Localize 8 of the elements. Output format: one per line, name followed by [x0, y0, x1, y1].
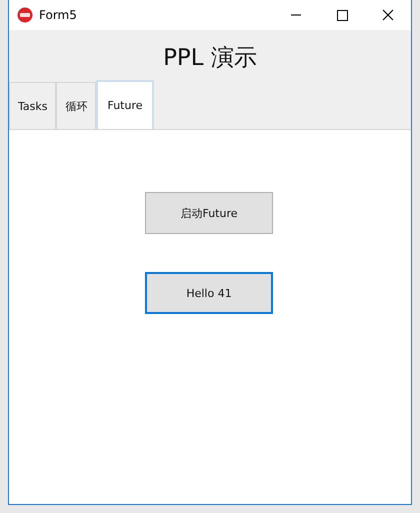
window-title: Form5 [39, 8, 77, 22]
action-button[interactable]: Hello 41 [145, 272, 273, 314]
action-button[interactable]: 启动Future [145, 192, 273, 234]
tab[interactable]: 循环 [56, 82, 96, 129]
tab[interactable]: Future [96, 80, 154, 129]
app-logo-icon [17, 7, 33, 23]
tab[interactable]: Tasks [9, 82, 56, 129]
page-heading: PPL 演示 [163, 44, 257, 73]
